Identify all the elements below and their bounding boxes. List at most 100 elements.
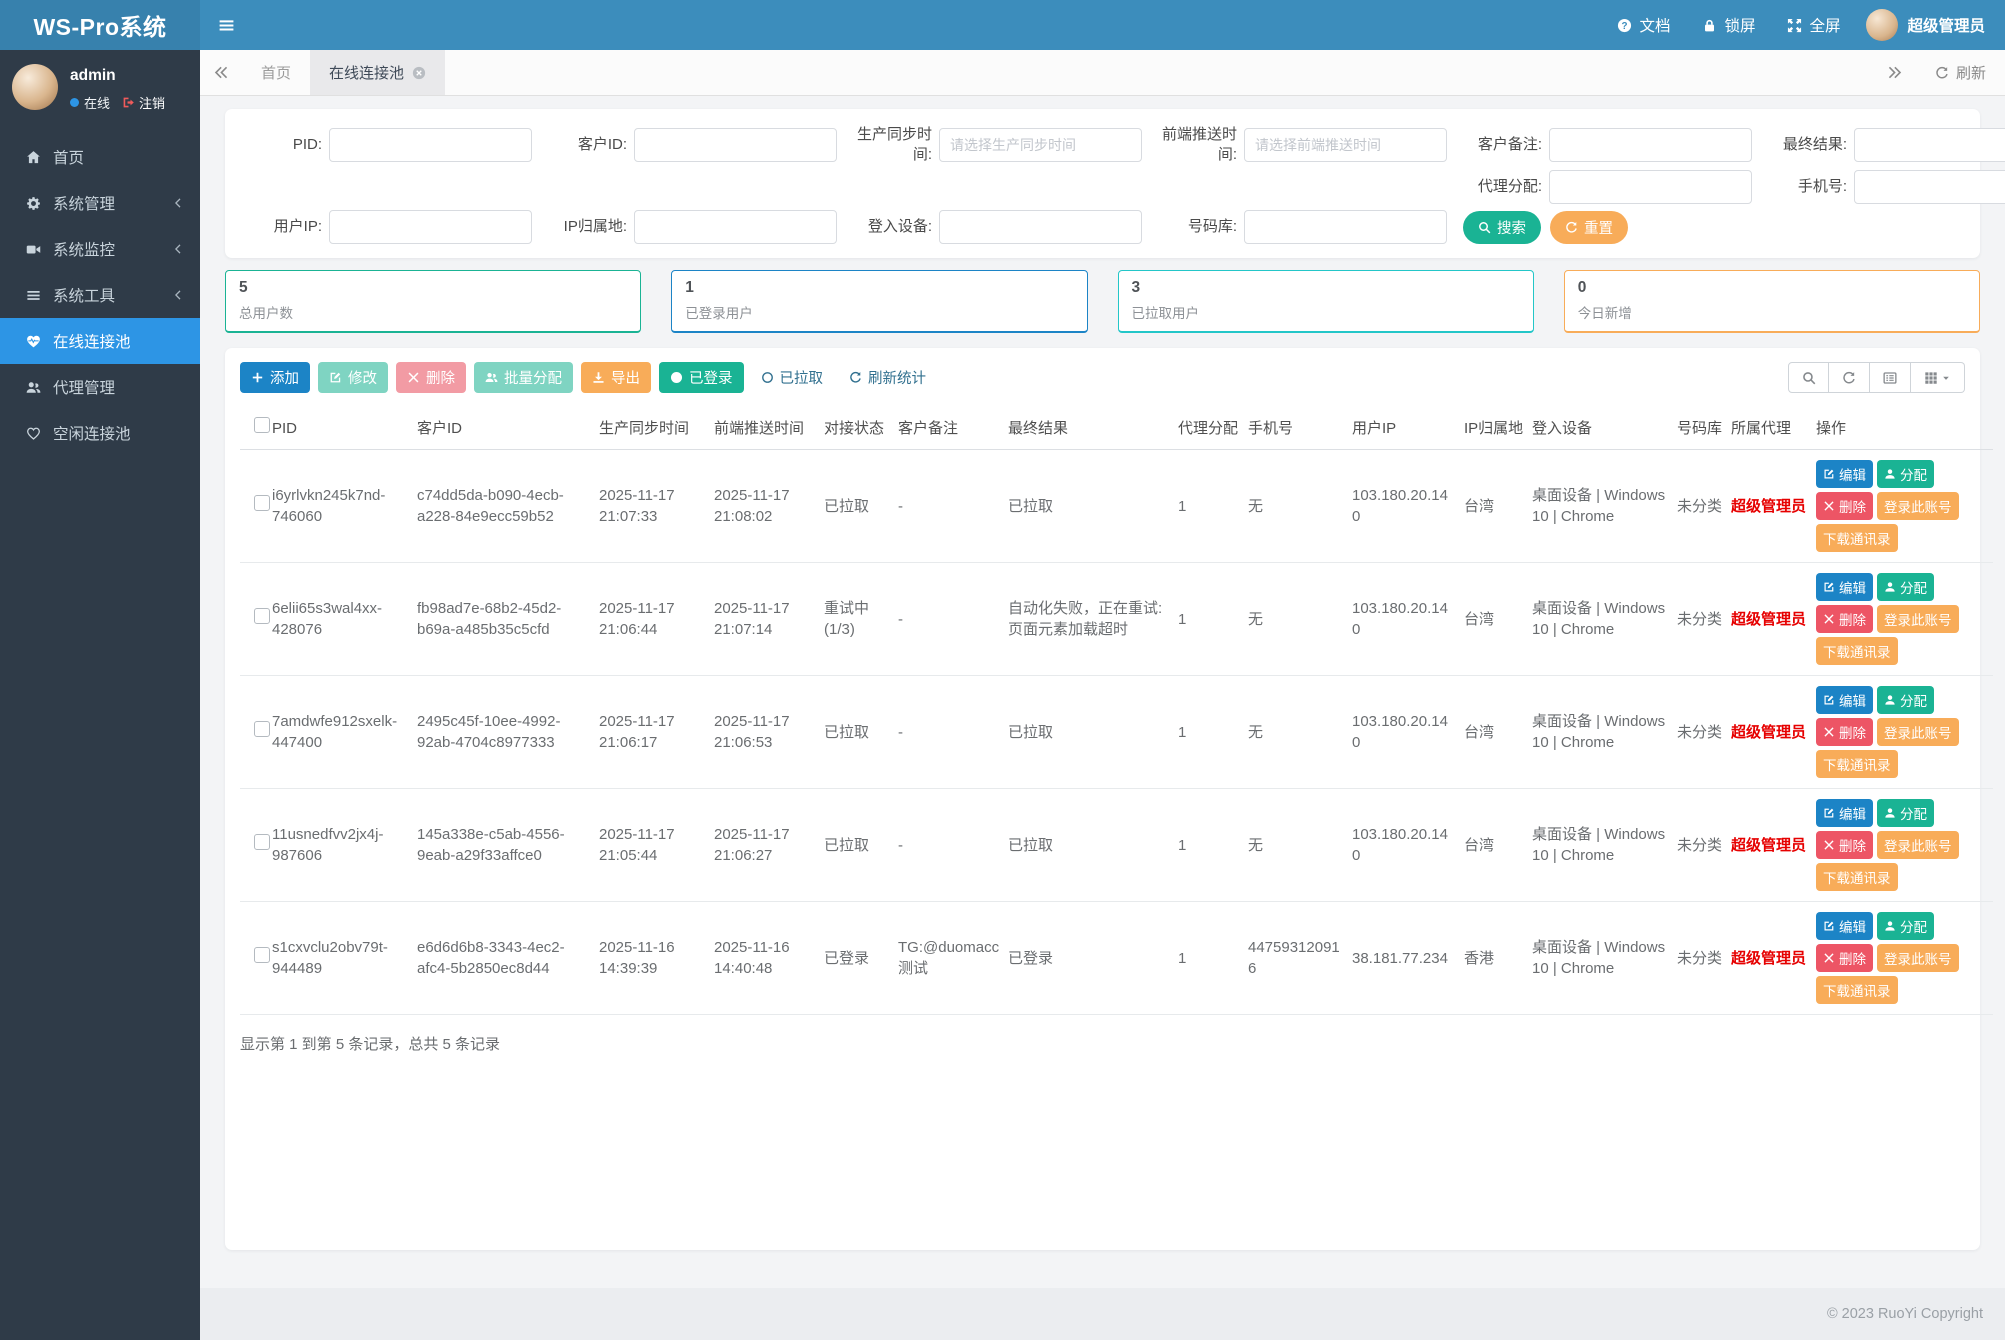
user-ip-input[interactable] xyxy=(329,210,532,244)
delete-button[interactable]: 删除 xyxy=(396,362,466,393)
row-download-contacts-button[interactable]: 下载通讯录 xyxy=(1816,637,1898,665)
row-download-contacts-button[interactable]: 下载通讯录 xyxy=(1816,750,1898,778)
number-lib-input[interactable] xyxy=(1244,210,1447,244)
row-assign-button[interactable]: 分配 xyxy=(1877,912,1934,940)
remark-input[interactable] xyxy=(1549,128,1752,162)
app-logo[interactable]: WS-Pro系统 xyxy=(0,0,200,50)
table-row: s1cxvclu2obv79t-944489e6d6d6b8-3343-4ec2… xyxy=(240,902,1993,1015)
column-header-7[interactable]: 代理分配 xyxy=(1178,407,1248,450)
push-time-input[interactable] xyxy=(1244,128,1447,162)
refresh-view-button[interactable] xyxy=(1829,362,1870,393)
tab-0[interactable]: 首页 xyxy=(242,50,310,95)
navbar-link-2[interactable]: 全屏 xyxy=(1771,0,1856,50)
reset-button[interactable]: 重置 xyxy=(1550,211,1628,244)
sidebar: admin 在线 注销 首页系统管理系统监控系统工具在线连接池代理管理空闲连接池 xyxy=(0,50,200,1340)
column-header-3[interactable]: 前端推送时间 xyxy=(714,407,824,450)
phone-input[interactable] xyxy=(1854,170,2005,204)
row-login-account-button[interactable]: 登录此账号 xyxy=(1877,718,1959,746)
batch-assign-button[interactable]: 批量分配 xyxy=(474,362,573,393)
row-delete-button[interactable]: 删除 xyxy=(1816,605,1873,633)
row-edit-button[interactable]: 编辑 xyxy=(1816,573,1873,601)
ip-location-input[interactable] xyxy=(634,210,837,244)
row-download-contacts-button[interactable]: 下载通讯录 xyxy=(1816,863,1898,891)
row-checkbox[interactable] xyxy=(254,495,270,511)
column-header-5[interactable]: 客户备注 xyxy=(898,407,1008,450)
column-header-8[interactable]: 手机号 xyxy=(1248,407,1352,450)
logout-link[interactable]: 注销 xyxy=(122,93,165,112)
column-header-6[interactable]: 最终结果 xyxy=(1008,407,1178,450)
edit-button[interactable]: 修改 xyxy=(318,362,388,393)
sidebar-item-2[interactable]: 系统监控 xyxy=(0,226,200,272)
sidebar-item-5[interactable]: 代理管理 xyxy=(0,364,200,410)
pid-input[interactable] xyxy=(329,128,532,162)
row-delete-button[interactable]: 删除 xyxy=(1816,944,1873,972)
column-header-4[interactable]: 对接状态 xyxy=(824,407,898,450)
row-edit-button[interactable]: 编辑 xyxy=(1816,460,1873,488)
logged-in-filter-button[interactable]: 已登录 xyxy=(659,362,744,393)
column-header-9[interactable]: 用户IP xyxy=(1352,407,1464,450)
column-header-14[interactable]: 操作 xyxy=(1816,407,1993,450)
column-header-13[interactable]: 所属代理 xyxy=(1731,407,1816,450)
client-id-input[interactable] xyxy=(634,128,837,162)
form-field: PID: xyxy=(237,125,532,164)
sidebar-item-6[interactable]: 空闲连接池 xyxy=(0,410,200,456)
row-download-contacts-button[interactable]: 下载通讯录 xyxy=(1816,976,1898,1004)
column-header-1[interactable]: 客户ID xyxy=(417,407,599,450)
row-login-account-button[interactable]: 登录此账号 xyxy=(1877,944,1959,972)
row-checkbox[interactable] xyxy=(254,721,270,737)
result-input[interactable] xyxy=(1854,128,2005,162)
sync-time-input[interactable] xyxy=(939,128,1142,162)
angle-left-icon xyxy=(169,243,187,255)
column-header-10[interactable]: IP归属地 xyxy=(1464,407,1532,450)
tabs-scroll-right-button[interactable] xyxy=(1874,50,1916,95)
close-icon[interactable] xyxy=(412,66,426,80)
sidebar-item-4[interactable]: 在线连接池 xyxy=(0,318,200,364)
add-button[interactable]: 添加 xyxy=(240,362,310,393)
column-header-11[interactable]: 登入设备 xyxy=(1532,407,1677,450)
row-assign-button[interactable]: 分配 xyxy=(1877,799,1934,827)
online-status[interactable]: 在线 xyxy=(84,93,110,112)
row-assign-button[interactable]: 分配 xyxy=(1877,460,1934,488)
search-button[interactable]: 搜索 xyxy=(1463,211,1541,244)
row-checkbox[interactable] xyxy=(254,947,270,963)
navbar-user-menu[interactable]: 超级管理员 xyxy=(1856,0,2005,50)
select-all-checkbox[interactable] xyxy=(254,417,270,433)
column-header-12[interactable]: 号码库 xyxy=(1677,407,1731,450)
row-assign-button[interactable]: 分配 xyxy=(1877,573,1934,601)
search-view-button[interactable] xyxy=(1788,362,1829,393)
navbar-link-1[interactable]: 锁屏 xyxy=(1686,0,1771,50)
row-edit-button[interactable]: 编辑 xyxy=(1816,686,1873,714)
tabs-scroll-left-button[interactable] xyxy=(200,50,242,95)
cell-sync-time: 2025-11-17 21:05:44 xyxy=(599,789,714,902)
list-alt-view-button[interactable] xyxy=(1870,362,1911,393)
sidebar-item-1[interactable]: 系统管理 xyxy=(0,180,200,226)
row-edit-button[interactable]: 编辑 xyxy=(1816,912,1873,940)
row-delete-button[interactable]: 删除 xyxy=(1816,492,1873,520)
row-delete-button[interactable]: 删除 xyxy=(1816,831,1873,859)
row-download-contacts-button[interactable]: 下载通讯录 xyxy=(1816,524,1898,552)
cell-remark: TG:@duomacc 测试 xyxy=(898,902,1008,1015)
navbar-link-0[interactable]: ?文档 xyxy=(1601,0,1686,50)
sidebar-item-0[interactable]: 首页 xyxy=(0,134,200,180)
row-checkbox[interactable] xyxy=(254,608,270,624)
row-edit-button[interactable]: 编辑 xyxy=(1816,799,1873,827)
device-input[interactable] xyxy=(939,210,1142,244)
row-login-account-button[interactable]: 登录此账号 xyxy=(1877,605,1959,633)
sidebar-item-3[interactable]: 系统工具 xyxy=(0,272,200,318)
row-assign-button[interactable]: 分配 xyxy=(1877,686,1934,714)
agent-assign-input[interactable] xyxy=(1549,170,1752,204)
column-header-0[interactable]: PID xyxy=(272,407,417,450)
row-login-account-button[interactable]: 登录此账号 xyxy=(1877,831,1959,859)
row-delete-button[interactable]: 删除 xyxy=(1816,718,1873,746)
refresh-stats-button[interactable]: 刷新统计 xyxy=(840,362,935,393)
column-header-2[interactable]: 生产同步时间 xyxy=(599,407,714,450)
pulled-filter-button[interactable]: 已拉取 xyxy=(752,362,833,393)
grid-view-button[interactable] xyxy=(1911,362,1965,393)
export-button[interactable]: 导出 xyxy=(581,362,651,393)
row-checkbox[interactable] xyxy=(254,834,270,850)
form-field: 手机号: xyxy=(1762,170,2005,204)
sidebar-toggle-button[interactable] xyxy=(200,0,252,50)
tab-1[interactable]: 在线连接池 xyxy=(310,50,445,95)
tab-refresh-button[interactable]: 刷新 xyxy=(1916,50,2005,95)
row-login-account-button[interactable]: 登录此账号 xyxy=(1877,492,1959,520)
